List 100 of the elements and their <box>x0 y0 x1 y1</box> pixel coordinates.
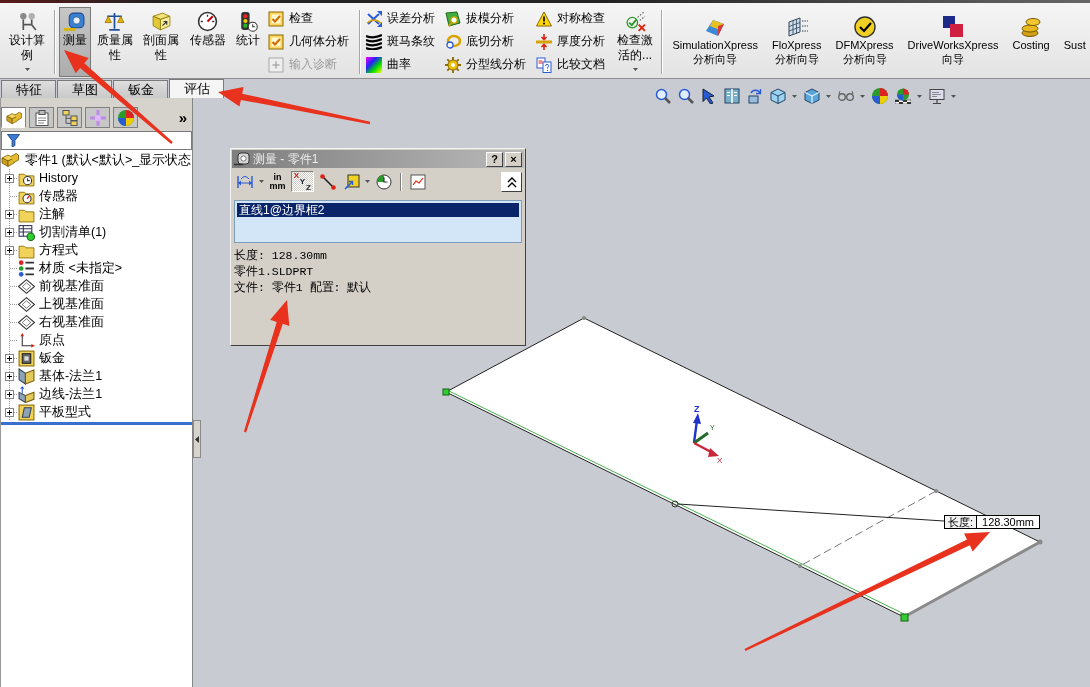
toolbar-button[interactable]: DriveWorksXpress 向导 <box>903 7 1003 77</box>
toolbar-button[interactable] <box>373 171 394 192</box>
zoom-icon[interactable] <box>655 88 671 104</box>
tree-structure-icon <box>61 109 78 126</box>
expand-icon[interactable] <box>5 209 14 219</box>
tree-item[interactable]: 原点 <box>38 332 66 348</box>
filter-field[interactable] <box>1 131 192 150</box>
book-icon[interactable] <box>724 88 740 104</box>
tree-item[interactable]: 钣金 <box>38 350 66 366</box>
close-button[interactable]: × <box>505 151 522 167</box>
flat-plate-icon <box>18 403 35 421</box>
documents-icon <box>535 56 552 73</box>
toolbar-button[interactable]: 传感器 <box>185 7 230 77</box>
toolbar-button[interactable]: 厚度分析 <box>533 30 607 53</box>
plane-icon <box>18 313 35 331</box>
glasses-icon[interactable] <box>838 88 854 104</box>
expand-icon[interactable] <box>5 173 14 183</box>
grid-box-icon <box>785 15 808 38</box>
dimension-icon <box>236 173 254 190</box>
toolbar-button[interactable]: FloXpress 分析向导 <box>767 7 826 77</box>
pointer-icon[interactable] <box>701 88 717 104</box>
color-ball-icon[interactable] <box>872 88 888 104</box>
tree-item[interactable]: 上视基准面 <box>38 296 105 312</box>
tree-item[interactable]: 基体-法兰1 <box>38 368 104 384</box>
toolbar-button[interactable]: 设计算例 <box>5 7 50 77</box>
expand-icon[interactable] <box>5 371 14 381</box>
axis-label: X <box>717 456 723 465</box>
panel-tab[interactable] <box>113 107 138 128</box>
toolbar-button[interactable]: 斑马条纹 <box>363 30 437 53</box>
cross-icon <box>89 109 106 126</box>
caret-icon[interactable] <box>860 94 865 98</box>
expand-icon[interactable] <box>5 227 14 237</box>
panel-tab[interactable] <box>29 107 54 128</box>
clipboard-icon <box>33 109 50 126</box>
help-button[interactable]: ? <box>486 151 503 167</box>
ball-checker-icon[interactable] <box>895 88 911 104</box>
panel-tab[interactable] <box>1 107 26 128</box>
check-circle-icon <box>853 15 876 38</box>
panel-tab[interactable] <box>57 107 82 128</box>
tree-item[interactable]: 切割清单(1) <box>38 224 108 240</box>
more-button[interactable]: » <box>176 110 189 125</box>
cube-icon[interactable] <box>804 88 820 104</box>
toolbar-button[interactable]: Costing <box>1008 7 1054 77</box>
toolbar-button[interactable]: 检查 <box>265 7 351 30</box>
tree-item[interactable]: 前视基准面 <box>38 278 105 294</box>
check-square-icon <box>267 10 284 27</box>
bent-plate-icon <box>18 367 35 385</box>
toolbar-button[interactable]: 曲率 <box>363 53 437 76</box>
tooltip-label: 长度: <box>945 516 978 528</box>
cube-icon[interactable] <box>770 88 786 104</box>
toolbar-button[interactable] <box>317 171 338 192</box>
caret-icon[interactable] <box>365 180 370 183</box>
caret-icon[interactable] <box>792 94 797 98</box>
tree-item[interactable]: 材质 <未指定> <box>38 260 124 276</box>
toolbar-button[interactable]: 几何体分析 <box>265 30 351 53</box>
sheet-metal-icon <box>18 349 35 367</box>
dialog-title: 测量 - 零件1 <box>253 151 319 167</box>
toolbar-button[interactable]: 比较文档 <box>533 53 607 76</box>
tree-item[interactable]: 注解 <box>38 206 66 222</box>
expand-icon[interactable] <box>5 407 14 417</box>
tab[interactable]: 钣金 <box>113 80 168 98</box>
tree-item[interactable]: 平板型式 <box>38 404 92 420</box>
xyz-button[interactable]: X Y Z <box>291 171 314 192</box>
toolbar-button[interactable]: 统计 <box>231 7 264 77</box>
tree-item[interactable]: 边线-法兰1 <box>38 386 104 402</box>
toolbar-button[interactable]: 分型线分析 <box>442 53 528 76</box>
toolbar-button[interactable]: DFMXpress 分析向导 <box>831 7 898 77</box>
tab[interactable]: 评估 <box>169 79 224 98</box>
tree-item[interactable]: 右视基准面 <box>38 314 105 330</box>
caret-icon[interactable] <box>917 94 922 98</box>
selection-list[interactable]: 直线1@边界框2 <box>234 200 522 243</box>
collapse-button[interactable] <box>501 171 522 192</box>
caret-icon[interactable] <box>259 180 264 183</box>
gear-icon <box>444 56 461 73</box>
rotate-icon[interactable] <box>747 88 763 104</box>
expand-icon[interactable] <box>5 389 14 399</box>
tree-item[interactable]: 传感器 <box>38 188 79 204</box>
toolbar-button[interactable]: SimulationXpress 分析向导 <box>668 7 762 77</box>
toolbar-button[interactable]: 对称检查 <box>533 7 607 30</box>
toolbar-button[interactable]: 底切分析 <box>442 30 528 53</box>
units-button[interactable]: in mm <box>267 171 288 192</box>
zoom-icon[interactable] <box>678 88 694 104</box>
toolbar-button[interactable]: 质量属性 <box>92 7 138 77</box>
expand-icon[interactable] <box>5 353 14 363</box>
caret-icon[interactable] <box>951 94 956 98</box>
toolbar-button[interactable]: Sust <box>1059 7 1090 77</box>
toolbar-button[interactable]: 检查激活的... <box>612 7 658 77</box>
collapse-handle[interactable] <box>193 420 201 458</box>
toolbar-button[interactable] <box>407 171 428 192</box>
tree-item[interactable]: 方程式 <box>38 242 79 258</box>
expand-icon[interactable] <box>5 245 14 255</box>
toolbar-button[interactable]: 拔模分析 <box>442 7 528 30</box>
caret-icon[interactable] <box>826 94 831 98</box>
tree-item[interactable]: 零件1 (默认<默认>_显示状态 <box>24 152 192 168</box>
selection-item[interactable]: 直线1@边界框2 <box>237 203 519 217</box>
monitor-icon[interactable] <box>929 88 945 104</box>
tab[interactable]: 特征 <box>1 80 56 98</box>
tree-item[interactable]: History <box>38 170 79 186</box>
toolbar-button[interactable]: 剖面属性 <box>139 7 184 77</box>
toolbar-button[interactable]: 误差分析 <box>363 7 437 30</box>
